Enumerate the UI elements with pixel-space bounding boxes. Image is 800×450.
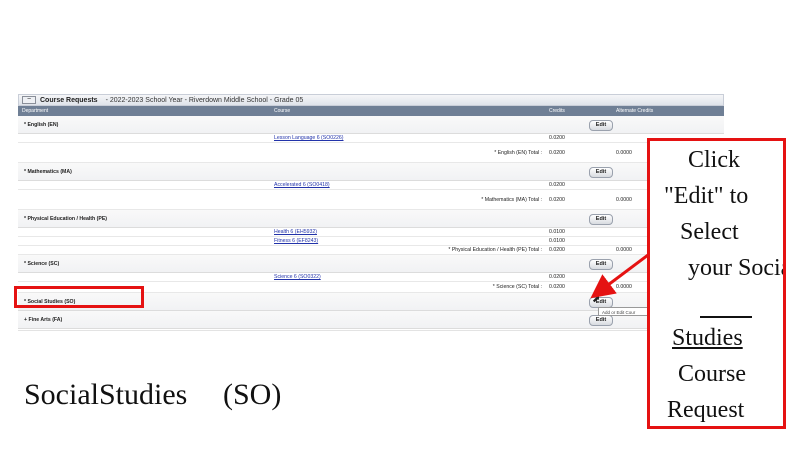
callout-divider — [700, 316, 752, 318]
callout-line-1: Click — [688, 147, 740, 173]
caption-text: SocialStudies — [24, 378, 188, 411]
callout-line-7: Request — [667, 397, 745, 423]
callout-line-4: your Socia — [688, 255, 786, 281]
callout-line-6: Course — [678, 361, 746, 387]
caption-abbreviation: (SO) — [223, 378, 282, 411]
callout-line-2: "Edit" to — [664, 183, 749, 209]
caption: SocialStudies (SO) — [24, 378, 281, 412]
instruction-callout: Click "Edit" to Select your Socia Studie… — [647, 138, 786, 429]
callout-line-5: Studies — [672, 325, 743, 351]
callout-line-3: Select — [680, 219, 739, 245]
